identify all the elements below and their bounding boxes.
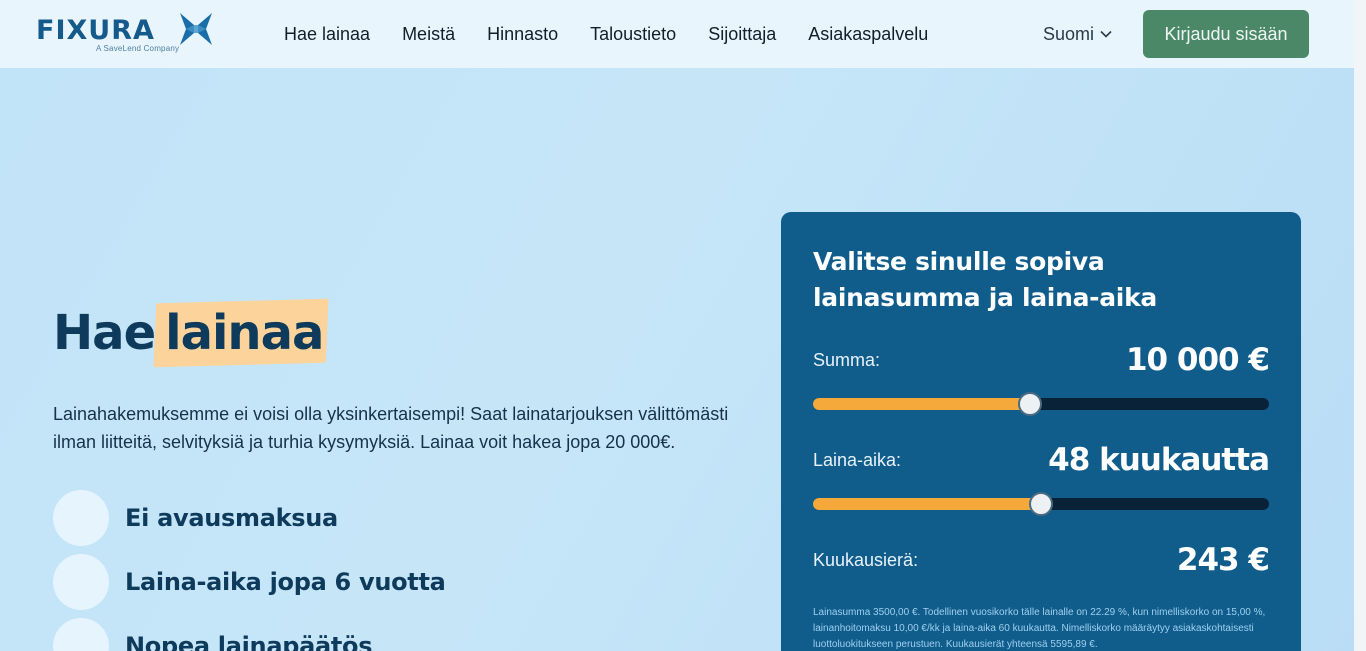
logo-wordmark: FIXURA <box>36 15 155 46</box>
title-part: Hae <box>53 305 156 361</box>
logo-subtext: A SaveLend Company <box>96 44 180 53</box>
monthly-label: Kuukausierä: <box>813 550 919 570</box>
nav-taloustieto[interactable]: Taloustieto <box>590 24 676 45</box>
list-item: Laina-aika jopa 6 vuotta <box>53 550 446 614</box>
feature-icon <box>53 618 109 651</box>
nav-hae-lainaa[interactable]: Hae lainaa <box>284 24 370 45</box>
monthly-value: 243 € <box>1176 542 1270 578</box>
main-nav: Hae lainaa Meistä Hinnasto Taloustieto S… <box>284 0 960 68</box>
amount-slider-fill <box>813 398 1030 410</box>
list-item: Ei avausmaksua <box>53 486 446 550</box>
feature-icon <box>53 554 109 610</box>
logo-mark-icon <box>180 13 212 45</box>
language-label: Suomi <box>1043 23 1095 44</box>
page-title: Hae lainaa <box>53 298 329 368</box>
term-slider[interactable] <box>813 492 1269 516</box>
term-slider-fill <box>813 498 1041 510</box>
calculator-title: Valitse sinulle sopiva lainasumma ja lai… <box>813 247 1157 312</box>
fixura-logo[interactable]: FIXURA A SaveLend Company <box>36 12 216 56</box>
amount-slider[interactable] <box>813 392 1269 416</box>
amount-value: 10 000 € <box>1125 342 1270 378</box>
nav-hinnasto[interactable]: Hinnasto <box>487 24 558 45</box>
feature-icon <box>53 490 109 546</box>
title-highlight: lainaa <box>153 298 329 368</box>
hero-description: Lainahakemuksemme ei voisi olla yksinker… <box>53 404 729 452</box>
feature-label: Ei avausmaksua <box>125 504 338 532</box>
nav-meista[interactable]: Meistä <box>402 24 455 45</box>
amount-label: Summa: <box>813 350 881 370</box>
chevron-down-icon <box>1100 30 1112 38</box>
language-selector[interactable]: Suomi <box>1043 0 1112 68</box>
feature-list: Ei avausmaksua Laina-aika jopa 6 vuotta … <box>53 486 446 651</box>
loan-calculator: Valitse sinulle sopiva lainasumma ja lai… <box>781 212 1301 651</box>
top-header: FIXURA A SaveLend Company Hae lainaa Mei… <box>0 0 1354 68</box>
feature-label: Nopea lainapäätös <box>125 632 373 651</box>
list-item: Nopea lainapäätös <box>53 614 446 651</box>
term-label: Laina-aika: <box>813 450 902 470</box>
feature-label: Laina-aika jopa 6 vuotta <box>125 568 446 596</box>
term-slider-handle[interactable] <box>1029 492 1053 516</box>
nav-asiakaspalvelu[interactable]: Asiakaspalvelu <box>808 24 928 45</box>
amount-slider-handle[interactable] <box>1017 392 1042 416</box>
title-highlight-text: lainaa <box>165 305 324 361</box>
term-value: 48 kuukautta <box>1048 442 1270 478</box>
login-button[interactable]: Kirjaudu sisään <box>1143 10 1309 58</box>
nav-sijoittaja[interactable]: Sijoittaja <box>708 24 776 45</box>
loan-disclaimer: Lainasumma 3500,00 €. Todellinen vuosiko… <box>813 607 1266 650</box>
scrollbar[interactable] <box>1354 0 1366 651</box>
